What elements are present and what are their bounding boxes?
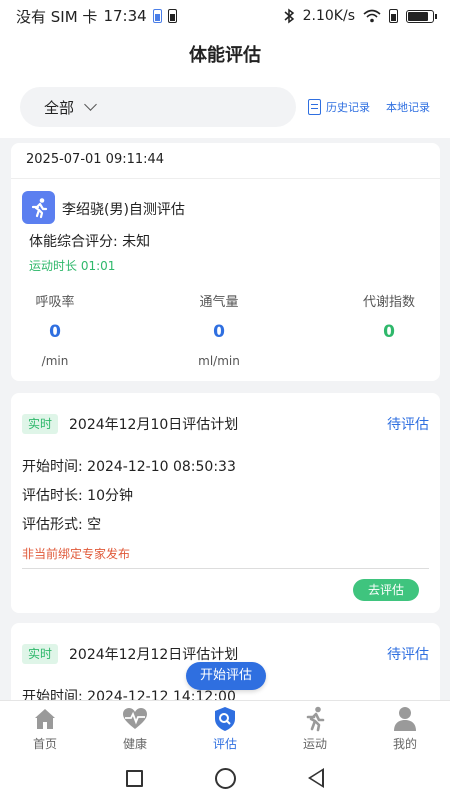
battery-alert-icon: [167, 9, 177, 23]
runner-icon: [306, 706, 325, 731]
metric-unit: /min: [41, 354, 69, 368]
filter-selected-label: 全部: [44, 98, 75, 117]
tab-assess[interactable]: 评估: [180, 701, 270, 756]
history-records-label: 历史记录: [326, 101, 370, 114]
tab-home[interactable]: 首页: [0, 701, 90, 756]
plan-title: 2024年12月12日评估计划: [69, 647, 239, 663]
realtime-tag: 实时: [22, 644, 59, 664]
plan-duration: 评估时长: 10分钟: [22, 485, 133, 505]
sim-alert-icon: [389, 9, 398, 23]
filter-dropdown[interactable]: 全部: [20, 87, 296, 127]
metric-unit: ml/min: [198, 354, 240, 368]
plan-start-time: 开始时间: 2024-12-10 08:50:33: [22, 456, 236, 476]
tab-health[interactable]: 健康: [90, 701, 180, 756]
page-title: 体能评估: [189, 45, 261, 66]
start-time-label: 开始时间:: [22, 459, 83, 475]
start-time-value: 2024-12-10 08:50:33: [87, 459, 236, 475]
duration-value: 10分钟: [87, 488, 133, 504]
document-icon: [308, 99, 321, 115]
bluetooth-icon: [284, 8, 294, 24]
net-speed-text: 2.10K/s: [302, 8, 355, 24]
metric-label: 呼吸率: [35, 295, 75, 310]
tab-label: 我的: [392, 736, 417, 751]
bottom-tab-bar: 首页 健康 评估 运动 我的: [0, 700, 450, 756]
record-datetime: 2025-07-01 09:11:44: [26, 152, 165, 167]
heart-pulse-icon: [123, 707, 147, 729]
metric-label: 通气量: [199, 295, 239, 310]
tab-label: 运动: [302, 736, 327, 751]
tab-sports[interactable]: 运动: [270, 701, 360, 756]
metric-metabolic-index: 代谢指数 0: [357, 291, 421, 342]
duration-label: 评估时长:: [22, 488, 83, 504]
history-records-link[interactable]: 历史记录: [308, 99, 370, 115]
plan-title: 2024年12月10日评估计划: [69, 417, 239, 433]
realtime-tag: 实时: [22, 414, 59, 434]
metric-label: 代谢指数: [362, 295, 415, 310]
divider: [11, 178, 440, 179]
metric-value: 0: [383, 322, 395, 342]
form-label: 评估形式:: [22, 517, 83, 533]
carrier-text: 没有 SIM 卡: [16, 7, 98, 26]
tab-mine[interactable]: 我的: [360, 701, 450, 756]
wifi-icon: [363, 9, 381, 23]
metric-value: 0: [49, 322, 61, 342]
plan-status: 待评估: [387, 647, 429, 663]
back-triangle-icon[interactable]: [308, 768, 324, 788]
exercise-duration: 运动时长 01:01: [29, 259, 116, 273]
metric-respiration: 呼吸率 0 /min: [33, 291, 77, 368]
person-icon: [394, 706, 416, 731]
form-value: 空: [87, 517, 102, 533]
home-circle-icon[interactable]: [215, 767, 236, 789]
local-records-link[interactable]: 本地记录: [386, 99, 430, 115]
metric-ventilation: 通气量 0 ml/min: [191, 291, 247, 368]
tab-label: 首页: [32, 736, 57, 751]
score-value: 未知: [122, 234, 151, 250]
clock-text: 17:34: [103, 7, 147, 25]
battery-icon: [406, 9, 437, 23]
assessment-record-card[interactable]: 2025-07-01 09:11:44 李绍骁(男)自测评估 体能综合评分: 未…: [11, 143, 440, 381]
record-name: 李绍骁(男)自测评估: [62, 202, 185, 218]
status-bar: 没有 SIM 卡 17:34 2.10K/s: [0, 0, 450, 32]
plan-form: 评估形式: 空: [22, 514, 101, 534]
assess-shield-icon: [215, 706, 235, 731]
runner-icon: [22, 191, 55, 224]
publisher-warning: 非当前绑定专家发布: [22, 547, 131, 561]
tab-label: 健康: [122, 736, 147, 751]
start-assessment-button[interactable]: 开始评估: [186, 662, 266, 690]
recent-apps-icon[interactable]: [126, 769, 143, 787]
metric-value: 0: [213, 322, 225, 342]
home-icon: [35, 708, 55, 729]
charging-icon: [152, 9, 162, 23]
score-label: 体能综合评分:: [29, 234, 118, 250]
page-title-bar: 体能评估: [0, 32, 450, 76]
plan-status: 待评估: [387, 417, 429, 433]
filter-bar: 全部 历史记录 本地记录: [0, 76, 450, 138]
divider: [22, 568, 429, 569]
tab-label: 评估: [212, 736, 237, 751]
system-nav-bar: [0, 756, 450, 800]
fitness-score: 体能综合评分: 未知: [29, 231, 150, 251]
chevron-down-icon: [84, 98, 97, 111]
assessment-plan-card[interactable]: 实时 2024年12月10日评估计划 待评估 开始时间: 2024-12-10 …: [11, 393, 440, 613]
go-assess-button[interactable]: 去评估: [353, 579, 419, 601]
